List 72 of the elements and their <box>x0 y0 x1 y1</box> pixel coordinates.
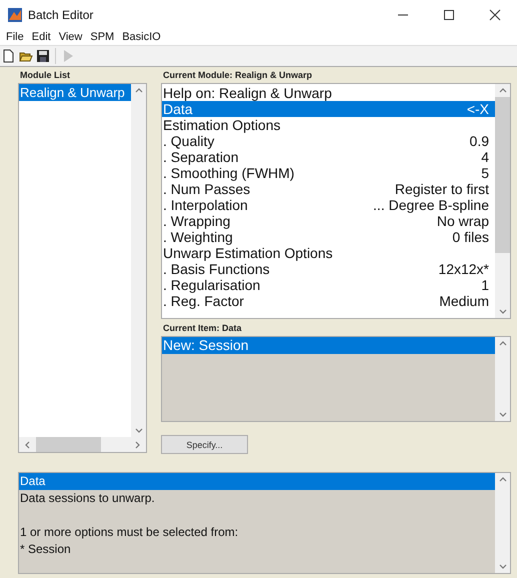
option-value: 5 <box>480 165 489 181</box>
option-value: ... Degree B-spline <box>372 197 489 213</box>
option-label: . Smoothing (FWHM) <box>163 165 294 181</box>
option-label: . Weighting <box>163 229 233 245</box>
option-row[interactable]: Data <-X <box>162 101 495 117</box>
panel-label: Current Module: Realign & Unwarp <box>162 69 314 82</box>
maximize-icon[interactable] <box>443 8 455 21</box>
list-item[interactable]: Realign & Unwarp <box>19 84 131 101</box>
option-value: 1 <box>480 277 489 293</box>
scroll-up-icon[interactable] <box>498 341 506 346</box>
help-line: Data sessions to unwarp. <box>19 490 156 507</box>
scroll-down-icon[interactable] <box>498 309 506 314</box>
menu-item[interactable]: File <box>6 31 24 44</box>
scroll-up-icon[interactable] <box>498 88 506 93</box>
list-item[interactable]: Estimation Options <box>162 117 495 133</box>
option-label: . Regularisation <box>163 277 260 293</box>
option-value: 12x12x* <box>437 261 489 277</box>
option-value: Medium <box>438 293 489 309</box>
list-item[interactable]: Help on: Realign & Unwarp <box>162 85 495 101</box>
scrollbar[interactable] <box>131 84 146 437</box>
menu-item[interactable]: SPM <box>90 31 114 44</box>
scroll-left-icon[interactable] <box>25 440 30 448</box>
option-row[interactable]: . Weighting 0 files <box>162 229 495 245</box>
horizontal-scrollbar[interactable] <box>19 437 146 452</box>
option-row[interactable]: . Smoothing (FWHM) 5 <box>162 165 495 181</box>
option-label: . Basis Functions <box>163 261 270 277</box>
scroll-down-icon[interactable] <box>498 412 506 417</box>
list-item[interactable]: New: Session <box>162 337 495 354</box>
option-label: . Wrapping <box>163 213 230 229</box>
close-icon[interactable] <box>489 8 501 21</box>
option-row[interactable]: . Wrapping No wrap <box>162 213 495 229</box>
scroll-down-icon[interactable] <box>498 564 506 569</box>
scrollbar[interactable] <box>495 473 510 573</box>
option-label: . Quality <box>163 133 214 149</box>
menu-item[interactable]: BasicIO <box>122 31 161 44</box>
option-label: . Interpolation <box>163 197 248 213</box>
option-value: Register to first <box>394 181 489 197</box>
scroll-up-icon[interactable] <box>498 477 506 482</box>
option-value: No wrap <box>436 213 489 229</box>
scrollbar[interactable] <box>495 84 510 318</box>
help-line: 1 or more options must be selected from: <box>19 524 240 541</box>
option-value: 0 files <box>451 229 489 245</box>
option-value: 4 <box>480 149 489 165</box>
specify-button[interactable]: Specify... <box>161 435 248 454</box>
option-label: . Separation <box>163 149 238 165</box>
help-line: * Session <box>19 541 72 558</box>
panel-label: Current Item: Data <box>162 322 243 335</box>
window-title: Batch Editor <box>28 8 94 22</box>
scrollbar[interactable] <box>495 337 510 421</box>
scroll-down-icon[interactable] <box>134 428 142 433</box>
option-row[interactable]: . Interpolation ... Degree B-spline <box>162 197 495 213</box>
option-label: Data <box>163 101 193 117</box>
option-row[interactable]: . Separation 4 <box>162 149 495 165</box>
scroll-thumb[interactable] <box>36 437 102 452</box>
scroll-up-icon[interactable] <box>134 88 142 93</box>
option-row[interactable]: . Quality 0.9 <box>162 133 495 149</box>
option-row[interactable]: . Regularisation 1 <box>162 277 495 293</box>
menu-item[interactable]: View <box>58 31 82 44</box>
option-label: . Reg. Factor <box>163 293 244 309</box>
option-label: . Num Passes <box>163 181 250 197</box>
list-item[interactable]: Unwarp Estimation Options <box>162 245 495 261</box>
new-file-icon[interactable] <box>2 48 16 63</box>
scroll-right-icon[interactable] <box>135 440 140 448</box>
app-icon <box>8 8 22 22</box>
menu-item[interactable]: Edit <box>32 31 51 44</box>
option-value: 0.9 <box>468 133 489 149</box>
option-row[interactable]: . Num Passes Register to first <box>162 181 495 197</box>
option-value: <-X <box>466 101 489 117</box>
panel-label: Module List <box>19 69 71 82</box>
option-row[interactable]: . Reg. Factor Medium <box>162 293 495 309</box>
scroll-thumb[interactable] <box>495 97 510 253</box>
option-row[interactable]: . Basis Functions 12x12x* <box>162 261 495 277</box>
